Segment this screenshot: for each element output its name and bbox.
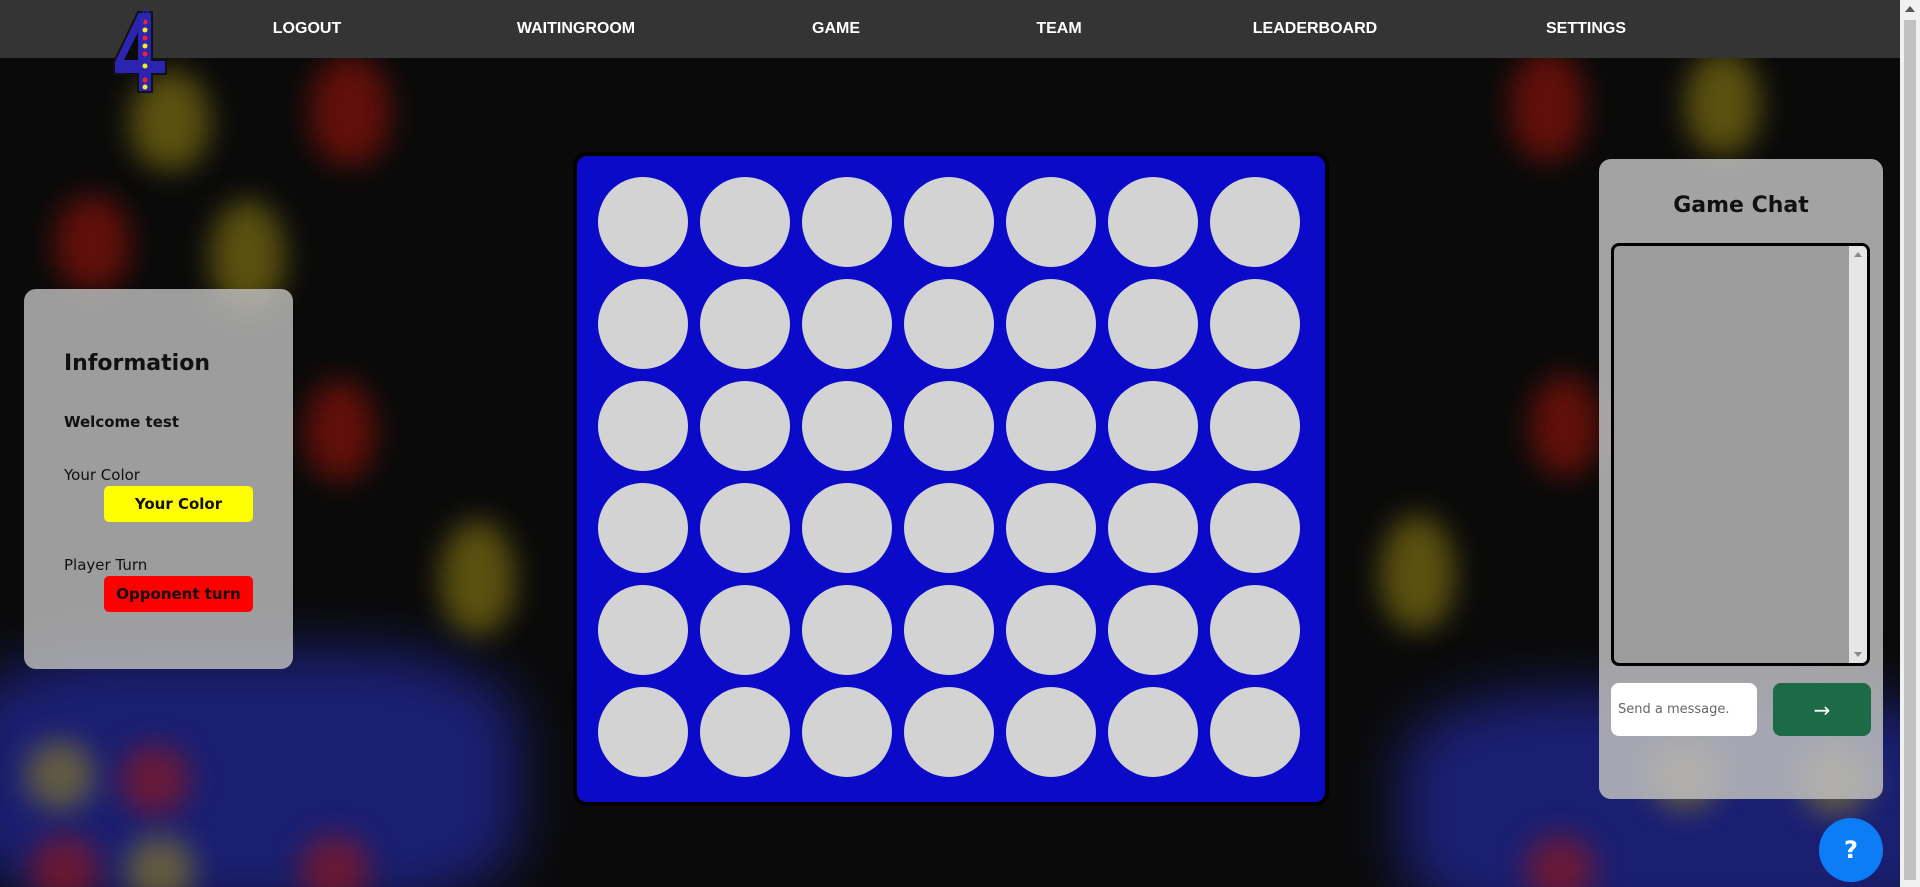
board-cell[interactable] bbox=[802, 687, 892, 777]
board-cell[interactable] bbox=[904, 585, 994, 675]
connect-4-logo[interactable]: CONNECT bbox=[108, 6, 180, 96]
scrollbar-thumb[interactable] bbox=[1904, 20, 1916, 880]
board-cell[interactable] bbox=[802, 585, 892, 675]
nav-team[interactable]: TEAM bbox=[1036, 0, 1081, 58]
board-cell[interactable] bbox=[1006, 177, 1096, 267]
logo-icon: CONNECT bbox=[113, 6, 167, 93]
board-cell[interactable] bbox=[1210, 483, 1300, 573]
board-cell[interactable] bbox=[1210, 279, 1300, 369]
nav-settings[interactable]: SETTINGS bbox=[1546, 0, 1626, 58]
chat-log-scrollbar[interactable] bbox=[1849, 246, 1867, 663]
board-cell[interactable] bbox=[1006, 279, 1096, 369]
nav-game[interactable]: GAME bbox=[812, 0, 860, 58]
game-chat-panel: Game Chat → bbox=[1599, 159, 1883, 799]
page-scrollbar[interactable] bbox=[1900, 0, 1920, 887]
help-button[interactable]: ? bbox=[1819, 818, 1883, 882]
board-cell[interactable] bbox=[598, 177, 688, 267]
board-cell[interactable] bbox=[700, 177, 790, 267]
player-turn-badge: Opponent turn bbox=[104, 576, 253, 612]
board-cell[interactable] bbox=[802, 177, 892, 267]
board-cell[interactable] bbox=[1108, 279, 1198, 369]
chat-message-log[interactable] bbox=[1611, 243, 1870, 666]
nav-logout[interactable]: LOGOUT bbox=[273, 0, 341, 58]
board-cell[interactable] bbox=[802, 483, 892, 573]
top-navbar: LOGOUT WAITINGROOM GAME TEAM LEADERBOARD… bbox=[0, 0, 1900, 58]
board-cell[interactable] bbox=[1210, 381, 1300, 471]
logo-discs bbox=[142, 19, 148, 90]
board-cell[interactable] bbox=[1006, 381, 1096, 471]
scroll-up-arrow-icon[interactable] bbox=[1854, 252, 1862, 257]
board-cell[interactable] bbox=[598, 585, 688, 675]
send-message-button[interactable]: → bbox=[1773, 683, 1871, 736]
board-cell[interactable] bbox=[1108, 381, 1198, 471]
board-cell[interactable] bbox=[1210, 687, 1300, 777]
board-cell[interactable] bbox=[1210, 177, 1300, 267]
board-cell[interactable] bbox=[1006, 687, 1096, 777]
nav-leaderboard[interactable]: LEADERBOARD bbox=[1253, 0, 1377, 58]
board-cell[interactable] bbox=[1108, 687, 1198, 777]
game-board bbox=[573, 152, 1329, 806]
scroll-down-arrow-icon[interactable] bbox=[1854, 652, 1862, 657]
your-color-badge: Your Color bbox=[104, 486, 253, 522]
board-cell[interactable] bbox=[1006, 483, 1096, 573]
board-cell[interactable] bbox=[700, 687, 790, 777]
board-cell[interactable] bbox=[904, 177, 994, 267]
chat-title: Game Chat bbox=[1673, 193, 1809, 218]
board-cell[interactable] bbox=[700, 381, 790, 471]
information-panel: Information Welcome test Your Color Your… bbox=[24, 289, 293, 669]
board-cell[interactable] bbox=[802, 279, 892, 369]
player-turn-label: Player Turn bbox=[64, 556, 148, 574]
your-color-label: Your Color bbox=[64, 466, 140, 484]
board-cell[interactable] bbox=[904, 279, 994, 369]
chat-message-input[interactable] bbox=[1611, 683, 1757, 736]
information-title: Information bbox=[64, 351, 210, 376]
board-cell[interactable] bbox=[598, 687, 688, 777]
nav-waitingroom[interactable]: WAITINGROOM bbox=[517, 0, 635, 58]
board-cell[interactable] bbox=[904, 483, 994, 573]
board-cell[interactable] bbox=[1108, 177, 1198, 267]
board-cell[interactable] bbox=[802, 381, 892, 471]
board-cell[interactable] bbox=[700, 483, 790, 573]
board-cell[interactable] bbox=[598, 381, 688, 471]
board-cell[interactable] bbox=[904, 687, 994, 777]
scroll-up-arrow-icon[interactable] bbox=[1905, 6, 1915, 12]
welcome-text: Welcome test bbox=[64, 413, 179, 431]
board-cell[interactable] bbox=[700, 279, 790, 369]
board-cell[interactable] bbox=[1108, 585, 1198, 675]
board-cell[interactable] bbox=[598, 483, 688, 573]
board-cell[interactable] bbox=[598, 279, 688, 369]
board-cell[interactable] bbox=[1210, 585, 1300, 675]
board-cell[interactable] bbox=[1006, 585, 1096, 675]
board-cell[interactable] bbox=[700, 585, 790, 675]
board-cell[interactable] bbox=[904, 381, 994, 471]
board-cell[interactable] bbox=[1108, 483, 1198, 573]
